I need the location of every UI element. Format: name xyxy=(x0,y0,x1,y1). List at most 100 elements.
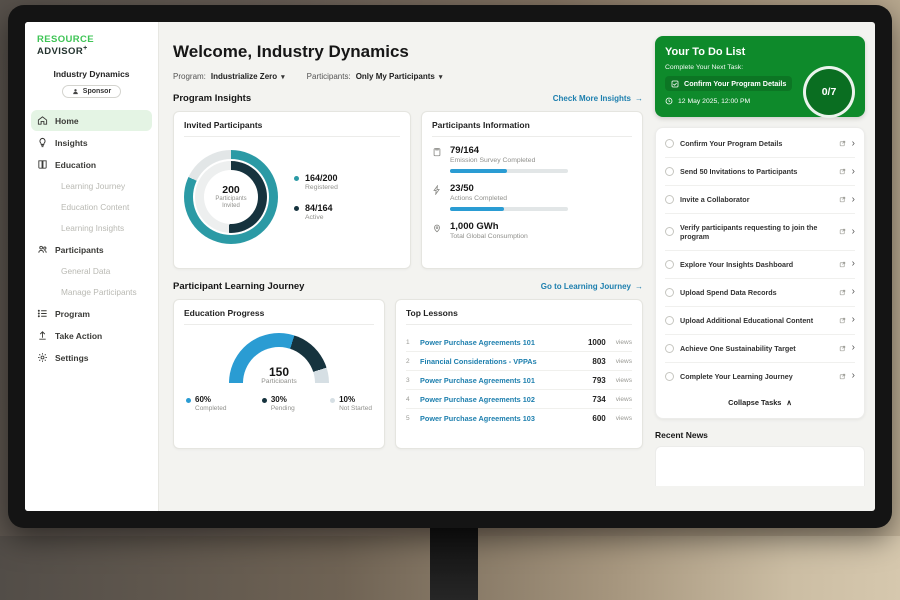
legend-item-completed: 60% Completed xyxy=(186,395,226,412)
stat-actions-completed: 23/50 Actions Completed xyxy=(432,183,632,211)
task-label: Send 50 Invitations to Participants xyxy=(680,167,833,176)
stat-value: 79/164 xyxy=(450,145,568,156)
task-row-verify-participants[interactable]: Verify participants requesting to join t… xyxy=(665,214,855,251)
task-row-upload-educational-content[interactable]: Upload Additional Educational Content › xyxy=(665,307,855,335)
next-task-row[interactable]: Confirm Your Program Details xyxy=(665,76,792,91)
task-label: Achieve One Sustainability Target xyxy=(680,344,833,353)
chevron-right-icon[interactable]: › xyxy=(852,167,855,177)
chevron-right-icon[interactable]: › xyxy=(852,227,855,237)
task-checkbox[interactable] xyxy=(665,167,674,176)
lesson-views: 803 xyxy=(592,357,605,366)
lesson-row: 1 Power Purchase Agreements 101 1000 vie… xyxy=(406,333,632,352)
info-progress-fill xyxy=(450,169,507,173)
lesson-link[interactable]: Power Purchase Agreements 102 xyxy=(420,395,585,404)
go-to-learning-journey-link[interactable]: Go to Learning Journey → xyxy=(541,282,643,291)
task-label: Complete Your Learning Journey xyxy=(680,372,833,381)
recent-news-card xyxy=(655,446,865,486)
task-row-upload-spend-data[interactable]: Upload Spend Data Records › xyxy=(665,279,855,307)
task-checkbox[interactable] xyxy=(665,227,674,236)
program-insights-title: Program Insights xyxy=(173,93,251,104)
sidebar-item-education-content[interactable]: Education Content xyxy=(31,197,152,217)
sidebar-item-participants[interactable]: Participants xyxy=(31,239,152,260)
gauge-legend: 60% Completed 30% Pending 10% xyxy=(184,395,374,412)
chevron-down-icon: ▾ xyxy=(439,73,443,81)
task-checkbox[interactable] xyxy=(665,316,674,325)
task-label: Verify participants requesting to join t… xyxy=(680,223,833,242)
sidebar-item-general-data[interactable]: General Data xyxy=(31,261,152,281)
filter-bar: Program: Industrialize Zero ▾ Participan… xyxy=(173,72,643,81)
program-select[interactable]: Industrialize Zero ▾ xyxy=(211,72,285,81)
chevron-down-icon: ▾ xyxy=(281,73,285,81)
sidebar-item-label: Home xyxy=(55,116,79,126)
sidebar-item-insights[interactable]: Insights xyxy=(31,132,152,153)
task-row-complete-learning-journey[interactable]: Complete Your Learning Journey › xyxy=(665,363,855,390)
list-icon xyxy=(37,308,48,319)
invited-legend: 164/200 Registered 84/164 Active xyxy=(294,173,338,221)
sponsor-badge[interactable]: Sponsor xyxy=(62,85,121,98)
sidebar-item-learning-journey[interactable]: Learning Journey xyxy=(31,176,152,196)
lesson-link[interactable]: Financial Considerations - VPPAs xyxy=(420,357,585,366)
collapse-tasks-button[interactable]: Collapse Tasks ∧ xyxy=(665,390,855,416)
stat-global-consumption: 1,000 GWh Total Global Consumption xyxy=(432,221,632,240)
task-checkbox[interactable] xyxy=(665,195,674,204)
lesson-link[interactable]: Power Purchase Agreements 101 xyxy=(420,376,585,385)
sidebar-item-program[interactable]: Program xyxy=(31,303,152,324)
sidebar-item-settings[interactable]: Settings xyxy=(31,347,152,368)
task-row-confirm-program[interactable]: Confirm Your Program Details › xyxy=(665,130,855,158)
legend-dot xyxy=(330,398,335,403)
app-logo: RESOURCE ADVISOR+ xyxy=(25,32,158,57)
task-row-invite-collaborator[interactable]: Invite a Collaborator › xyxy=(665,186,855,214)
sidebar: RESOURCE ADVISOR+ Industry Dynamics Spon… xyxy=(25,22,159,511)
sidebar-item-label: Learning Insights xyxy=(61,223,124,233)
sidebar-item-learning-insights[interactable]: Learning Insights xyxy=(31,218,152,238)
sidebar-item-education[interactable]: Education xyxy=(31,154,152,175)
external-link-icon xyxy=(839,289,846,296)
chevron-right-icon[interactable]: › xyxy=(852,195,855,205)
chevron-right-icon[interactable]: › xyxy=(852,371,855,381)
legend-item-pending: 30% Pending xyxy=(262,395,295,412)
external-link-icon xyxy=(839,317,846,324)
chevron-right-icon[interactable]: › xyxy=(852,343,855,353)
task-row-achieve-target[interactable]: Achieve One Sustainability Target › xyxy=(665,335,855,363)
sidebar-item-manage-participants[interactable]: Manage Participants xyxy=(31,282,152,302)
chevron-right-icon[interactable]: › xyxy=(852,259,855,269)
donut-center-value: 200 xyxy=(222,184,240,196)
views-suffix: views xyxy=(616,358,632,365)
card-title: Top Lessons xyxy=(406,308,632,325)
task-checkbox[interactable] xyxy=(665,260,674,269)
lesson-link[interactable]: Power Purchase Agreements 101 xyxy=(420,338,581,347)
chevron-right-icon[interactable]: › xyxy=(852,139,855,149)
education-progress-card: Education Progress 150 Participants xyxy=(173,299,385,449)
chevron-right-icon[interactable]: › xyxy=(852,287,855,297)
org-name: Industry Dynamics xyxy=(25,69,158,79)
legend-dot xyxy=(294,206,299,211)
clipboard-icon xyxy=(432,147,442,157)
check-more-insights-link[interactable]: Check More Insights → xyxy=(553,94,643,103)
task-checkbox[interactable] xyxy=(665,344,674,353)
views-suffix: views xyxy=(616,415,632,422)
task-label: Upload Spend Data Records xyxy=(680,288,833,297)
external-link-icon xyxy=(839,196,846,203)
task-label: Upload Additional Educational Content xyxy=(680,316,833,325)
sidebar-item-take-action[interactable]: Take Action xyxy=(31,325,152,346)
clock-icon xyxy=(665,97,673,105)
task-row-explore-insights[interactable]: Explore Your Insights Dashboard › xyxy=(665,251,855,279)
main-content: Welcome, Industry Dynamics Program: Indu… xyxy=(159,22,653,511)
task-checkbox[interactable] xyxy=(665,372,674,381)
external-link-icon xyxy=(839,373,846,380)
donut-center-label: Participants Invited xyxy=(210,196,252,210)
lesson-views: 734 xyxy=(592,395,605,404)
task-checkbox[interactable] xyxy=(665,139,674,148)
home-icon xyxy=(37,115,48,126)
sidebar-item-home[interactable]: Home xyxy=(31,110,152,131)
sidebar-item-label: Insights xyxy=(55,138,88,148)
sidebar-item-label: Education Content xyxy=(61,202,129,212)
legend-label: Completed xyxy=(195,405,226,412)
task-checkbox[interactable] xyxy=(665,288,674,297)
participants-select[interactable]: Only My Participants ▾ xyxy=(356,72,443,81)
task-row-send-invitations[interactable]: Send 50 Invitations to Participants › xyxy=(665,158,855,186)
learning-journey-title: Participant Learning Journey xyxy=(173,281,304,292)
lesson-link[interactable]: Power Purchase Agreements 103 xyxy=(420,414,585,423)
chevron-right-icon[interactable]: › xyxy=(852,315,855,325)
pin-icon xyxy=(432,223,442,233)
